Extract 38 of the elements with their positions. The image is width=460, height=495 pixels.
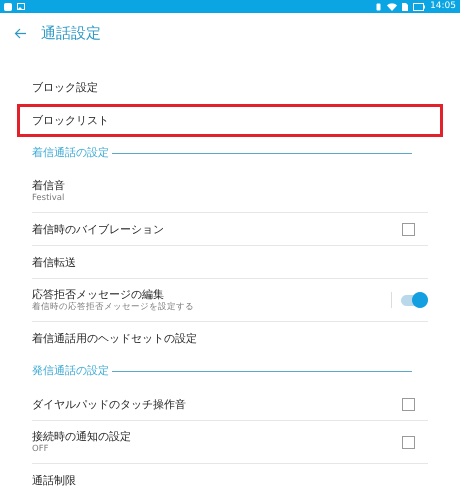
checkbox[interactable] <box>402 222 414 236</box>
settings-row[interactable]: 通話制限 <box>32 464 428 495</box>
screen-title: 通話設定 <box>41 22 101 44</box>
toggle-switch[interactable] <box>401 294 425 306</box>
settings-row[interactable]: 着信音 Festival <box>32 170 428 213</box>
app-icon <box>4 2 12 10</box>
checkbox[interactable] <box>402 398 414 410</box>
setting-label: ブロック設定 <box>32 80 99 95</box>
section-title: 発信通話の設定 <box>32 363 109 380</box>
setting-summary: 着信時の応答拒否メッセージを設定する <box>32 302 195 313</box>
image-icon <box>17 3 25 10</box>
setting-label: 応答拒否メッセージの編集 <box>32 287 165 302</box>
setting-label: 着信通話用のヘッドセットの設定 <box>32 331 198 346</box>
settings-row[interactable]: 接続時の通知の設定 OFF <box>32 421 428 464</box>
section-title: 着信通話の設定 <box>32 145 109 162</box>
setting-label: ブロックリスト <box>32 113 110 128</box>
setting-label: 着信転送 <box>32 254 77 270</box>
setting-label: 通話制限 <box>32 472 77 488</box>
setting-label: ダイヤルパッドのタッチ操作音 <box>32 396 187 412</box>
setting-label: 接続時の通知の設定 <box>32 429 132 444</box>
settings-row[interactable]: ブロック設定 <box>32 71 428 104</box>
setting-label: 着信時のバイブレーション <box>32 222 165 236</box>
vibrate-icon <box>375 2 382 10</box>
setting-label: 着信音 <box>32 178 66 193</box>
checkbox[interactable] <box>402 436 414 448</box>
setting-summary: Festival <box>32 193 66 204</box>
settings-row[interactable]: 応答拒否メッセージの編集 着信時の応答拒否メッセージを設定する <box>32 279 428 322</box>
settings-row[interactable]: 着信通話用のヘッドセットの設定 <box>32 322 428 355</box>
status-time: 14:05 <box>430 2 456 11</box>
settings-row[interactable]: ブロックリスト <box>17 104 443 137</box>
battery-icon <box>413 2 426 10</box>
back-button[interactable] <box>13 26 27 40</box>
setting-summary: OFF <box>32 444 50 455</box>
sim-card-icon <box>402 2 408 10</box>
settings-row[interactable]: 着信転送 <box>32 246 428 279</box>
wifi-icon <box>387 2 398 10</box>
settings-row[interactable]: ダイヤルパッドのタッチ操作音 <box>32 388 428 421</box>
settings-row[interactable]: 着信時のバイブレーション <box>32 213 428 246</box>
